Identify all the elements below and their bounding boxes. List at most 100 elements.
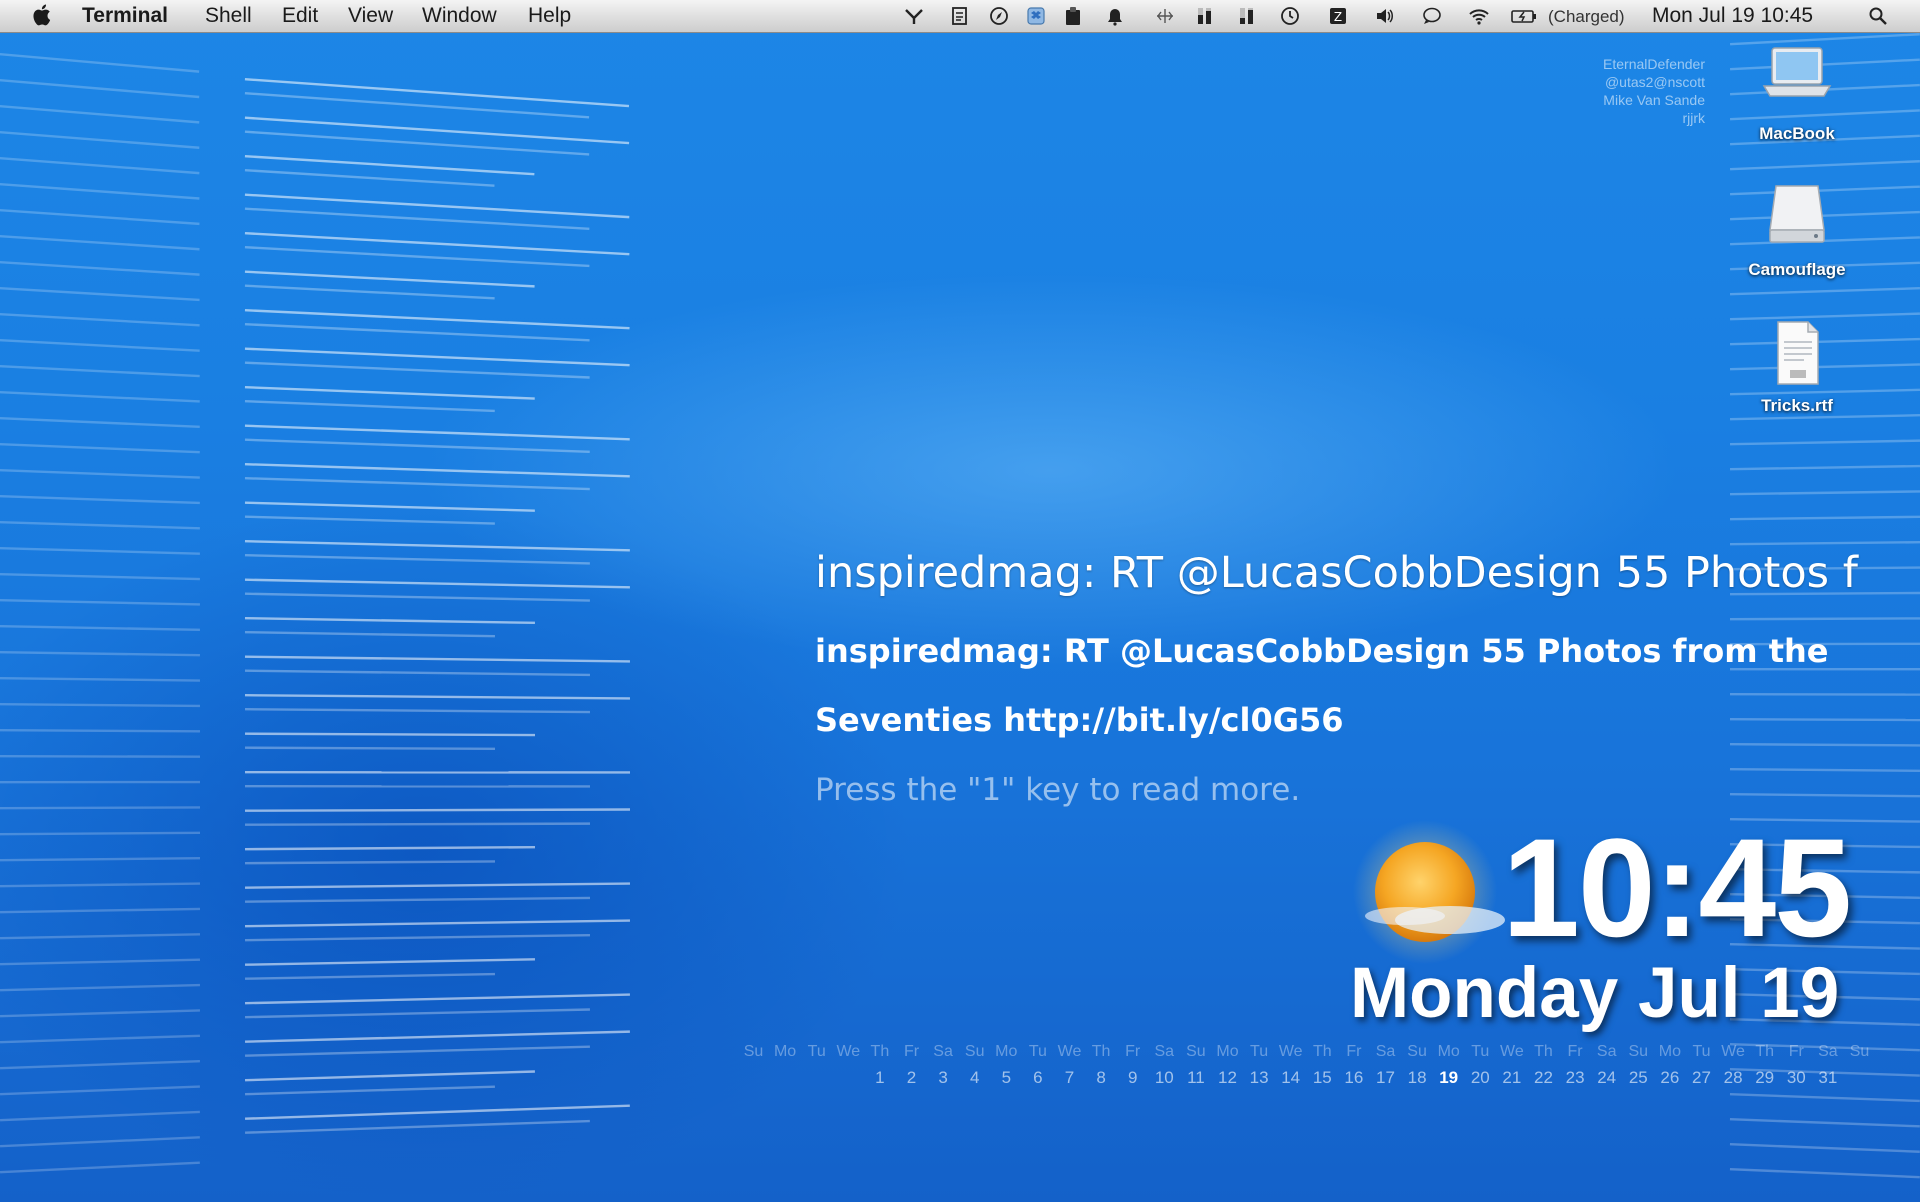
calendar-day-name: Sa bbox=[1375, 1043, 1396, 1060]
menu-shell[interactable]: Shell bbox=[205, 4, 252, 28]
chat-bubble-icon[interactable] bbox=[1422, 6, 1442, 26]
calendar-day-name: Tu bbox=[1028, 1043, 1047, 1060]
background-text-line bbox=[244, 578, 630, 589]
credit-line: Mike Van Sande bbox=[1603, 92, 1705, 108]
calendar-date: 18 bbox=[1407, 1068, 1427, 1087]
background-text-line bbox=[0, 547, 200, 555]
calendar-date: 30 bbox=[1786, 1068, 1806, 1087]
battery-status[interactable]: (Charged) bbox=[1548, 7, 1625, 27]
background-text-line bbox=[244, 515, 495, 525]
volume-icon[interactable] bbox=[1375, 6, 1395, 26]
menu-help[interactable]: Help bbox=[528, 4, 571, 28]
desktop-icon-label: Camouflage bbox=[1748, 260, 1846, 279]
dropbox-icon[interactable] bbox=[1026, 6, 1046, 26]
calendar-day-name: Su bbox=[1407, 1043, 1427, 1060]
background-text-line bbox=[1730, 490, 1920, 496]
hard-drive-icon bbox=[1769, 185, 1825, 243]
svg-text:Z: Z bbox=[1334, 10, 1342, 24]
background-text-line bbox=[0, 469, 200, 479]
calendar-date: 23 bbox=[1565, 1068, 1585, 1087]
calendar-day-name: We bbox=[1500, 1043, 1524, 1060]
background-text-line bbox=[0, 494, 200, 505]
menu-window[interactable]: Window bbox=[422, 4, 497, 28]
background-text-line bbox=[0, 521, 200, 530]
text-column-left bbox=[0, 53, 201, 1174]
credits-list: EternalDefender @utas2@nscott Mike Van S… bbox=[1530, 55, 1705, 127]
background-text-line bbox=[244, 347, 630, 367]
background-text-line bbox=[245, 1104, 630, 1120]
background-text-line bbox=[1730, 515, 1920, 521]
clipboard-icon[interactable] bbox=[1063, 6, 1083, 26]
bell-icon[interactable] bbox=[1105, 6, 1125, 26]
desktop-icon-label: Tricks.rtf bbox=[1761, 396, 1833, 415]
calendar-date: 10 bbox=[1154, 1068, 1174, 1087]
calendar-date: 20 bbox=[1470, 1068, 1490, 1087]
calendar-date-today: 19 bbox=[1439, 1068, 1459, 1087]
memory-meter-icon[interactable] bbox=[1237, 6, 1257, 26]
background-text-line bbox=[0, 234, 200, 251]
calendar-date: 11 bbox=[1187, 1068, 1205, 1087]
background-text-line bbox=[0, 287, 200, 302]
background-text-line bbox=[245, 1008, 590, 1019]
background-text-line bbox=[1730, 617, 1920, 621]
sunny-partly-cloudy-icon bbox=[1353, 820, 1505, 964]
network-icon[interactable] bbox=[1155, 6, 1175, 26]
calendar-day-name: Th bbox=[870, 1043, 890, 1060]
spotlight-icon[interactable] bbox=[1868, 6, 1888, 26]
background-text-line bbox=[245, 1085, 495, 1096]
apple-menu-icon[interactable] bbox=[30, 3, 52, 27]
background-text-line bbox=[1729, 793, 1920, 798]
background-text-line bbox=[1729, 718, 1920, 722]
background-text-line bbox=[1729, 767, 1920, 772]
background-text-line bbox=[244, 1030, 630, 1043]
background-text-line bbox=[0, 1059, 200, 1070]
wifi-icon[interactable] bbox=[1469, 6, 1489, 26]
calendar-date: 29 bbox=[1755, 1068, 1775, 1087]
background-text-line bbox=[244, 193, 630, 219]
background-text-line bbox=[0, 1136, 200, 1148]
calendar-date: 2 bbox=[906, 1068, 917, 1087]
background-text-line bbox=[245, 845, 536, 851]
menu-view[interactable]: View bbox=[348, 4, 393, 28]
cpu-meter-icon[interactable] bbox=[1195, 6, 1215, 26]
background-text-line bbox=[0, 79, 200, 99]
background-text-line bbox=[0, 599, 200, 606]
calendar-date: 27 bbox=[1692, 1068, 1711, 1087]
desktop-icon-macbook[interactable]: MacBook bbox=[1737, 42, 1857, 144]
calendar-date: 13 bbox=[1249, 1068, 1269, 1087]
calendar-day-name: Tu bbox=[1692, 1043, 1711, 1060]
calendar-day-name: Mo bbox=[773, 1043, 797, 1060]
calendar-day-name: Su bbox=[1186, 1043, 1206, 1060]
background-text-line bbox=[244, 554, 590, 565]
calendar-date: 31 bbox=[1818, 1068, 1838, 1087]
calendar-date: 26 bbox=[1660, 1068, 1680, 1087]
dashboard-icon[interactable]: Z bbox=[1328, 6, 1348, 26]
time-machine-icon[interactable] bbox=[1280, 6, 1300, 26]
background-text-line bbox=[245, 919, 630, 928]
menubar-clock[interactable]: Mon Jul 19 10:45 bbox=[1652, 4, 1813, 28]
document-icon[interactable] bbox=[950, 6, 970, 26]
growl-icon[interactable] bbox=[904, 6, 924, 26]
menu-edit[interactable]: Edit bbox=[282, 4, 318, 28]
tweet-body-line-2: Seventies http://bit.ly/cl0G56 bbox=[815, 701, 1344, 739]
background-text-line bbox=[0, 53, 200, 73]
calendar-day-name: Fr bbox=[903, 1043, 920, 1060]
calendar-date: 24 bbox=[1597, 1068, 1617, 1087]
desktop-icon-camouflage[interactable]: Camouflage bbox=[1737, 178, 1857, 280]
desktop-icon-tricks-rtf[interactable]: Tricks.rtf bbox=[1737, 318, 1857, 416]
background-text-line bbox=[0, 729, 200, 733]
background-text-line bbox=[0, 806, 201, 810]
background-text-line bbox=[0, 958, 201, 966]
background-text-line bbox=[0, 983, 200, 992]
background-text-line bbox=[244, 438, 590, 454]
background-text-line bbox=[244, 592, 590, 602]
calendar-day-name: Fr bbox=[1346, 1043, 1362, 1060]
calendar-date: 12 bbox=[1218, 1068, 1237, 1087]
calendar-day-name: Fr bbox=[1788, 1043, 1804, 1060]
compass-icon[interactable] bbox=[989, 6, 1009, 26]
calendar-day-name: Th bbox=[1534, 1043, 1553, 1060]
background-text-line bbox=[1729, 693, 1920, 696]
app-menu-terminal[interactable]: Terminal bbox=[82, 4, 168, 28]
battery-icon[interactable] bbox=[1511, 6, 1537, 26]
background-text-line bbox=[0, 856, 201, 862]
